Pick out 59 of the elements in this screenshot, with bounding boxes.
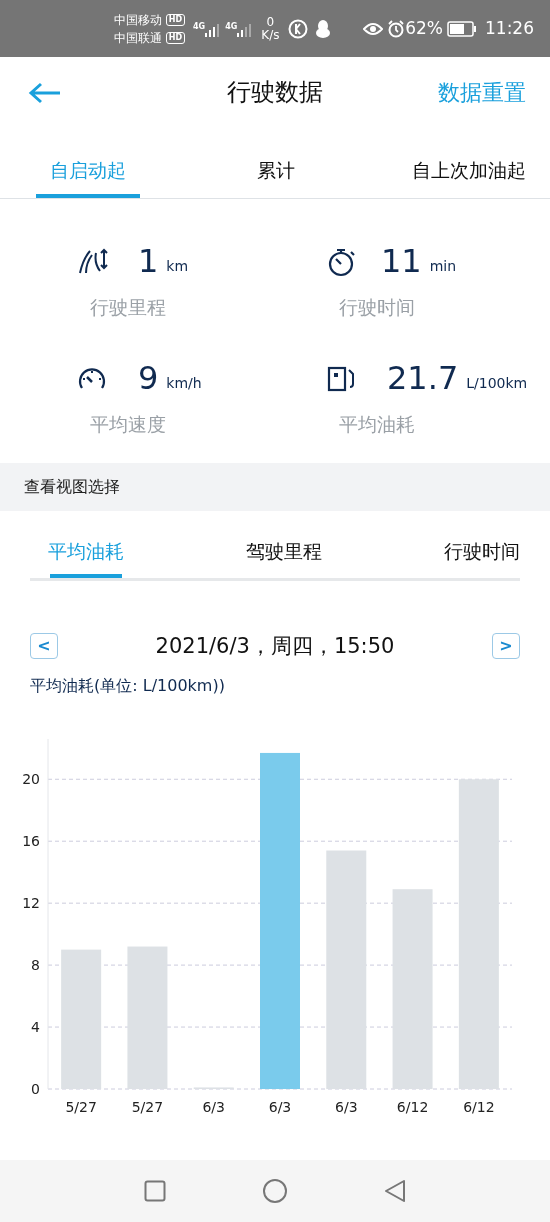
back-button[interactable]: [28, 80, 62, 104]
k-circle-icon: [287, 18, 308, 39]
clock-time: 11:26: [485, 16, 534, 40]
back-arrow-icon: [28, 81, 62, 104]
previous-button[interactable]: <: [30, 633, 58, 660]
back-nav-icon: [384, 1179, 406, 1203]
hd-tag: HD: [165, 31, 186, 44]
stat-unit: L/100km: [466, 374, 528, 393]
tab[interactable]: 累计: [257, 147, 295, 198]
network-type: 4G: [225, 20, 238, 33]
network-speed: 0: [266, 15, 275, 29]
x-tick-label: 6/12: [463, 1099, 495, 1115]
hd-tag: HD: [165, 13, 186, 26]
stat-unit: min: [429, 257, 457, 276]
x-tick-label: 6/3: [268, 1099, 292, 1115]
section-title: 查看视图选择: [24, 476, 120, 498]
stat-label: 平均油耗: [338, 412, 416, 437]
stat-label: 行驶里程: [89, 295, 167, 320]
y-tick-label: 12: [22, 895, 40, 912]
home-nav-icon: [262, 1178, 288, 1204]
x-tick-label: 6/12: [396, 1099, 429, 1115]
y-tick-label: 4: [31, 1019, 40, 1036]
network-type: 4G: [193, 20, 206, 33]
y-tick-label: 0: [31, 1081, 40, 1097]
y-tick-label: 8: [31, 957, 40, 974]
carrier-name: 中国移动: [113, 11, 162, 29]
speed-unit: K/s: [261, 28, 280, 42]
eye-icon: [363, 21, 384, 36]
date-label: 2021/6/3，周四，15:50: [155, 632, 395, 660]
battery-percent: 62%: [405, 16, 443, 40]
carrier-name: 中国联通: [113, 29, 162, 47]
penguin-icon: [313, 18, 332, 39]
square-nav-icon: [144, 1180, 166, 1202]
battery-icon: [447, 20, 477, 37]
y-tick-label: 16: [22, 833, 40, 850]
x-tick-label: 5/27: [131, 1099, 164, 1115]
page-title: 行驶数据: [227, 77, 323, 108]
x-tick-label: 6/3: [335, 1099, 358, 1115]
stat-label: 平均速度: [89, 412, 167, 437]
y-tick-label: 20: [22, 771, 40, 788]
alarm-icon: [387, 19, 406, 38]
stat-value: 9: [138, 358, 159, 399]
stat-value: 1: [138, 241, 159, 282]
tab[interactable]: 自上次加油起: [412, 147, 526, 198]
stat-unit: km/h: [166, 374, 202, 393]
stat-unit: km: [166, 257, 189, 276]
x-tick-label: 5/27: [65, 1099, 97, 1115]
next-button[interactable]: >: [492, 633, 520, 660]
tab[interactable]: 自启动起: [36, 147, 140, 198]
fuel-pump-icon: [325, 364, 357, 394]
chart-caption: 平均油耗(单位: L/100km)): [30, 675, 226, 697]
x-tick-label: 6/3: [202, 1099, 225, 1115]
view-tab[interactable]: 驾驶里程: [246, 527, 322, 578]
stat-label: 行驶时间: [338, 295, 416, 320]
stat-value: 11: [381, 241, 422, 282]
reset-data-button[interactable]: 数据重置: [438, 75, 526, 109]
stat-value: 21.7: [387, 358, 459, 399]
view-tab[interactable]: 行驶时间: [444, 527, 520, 578]
view-tab[interactable]: 平均油耗: [48, 527, 124, 578]
